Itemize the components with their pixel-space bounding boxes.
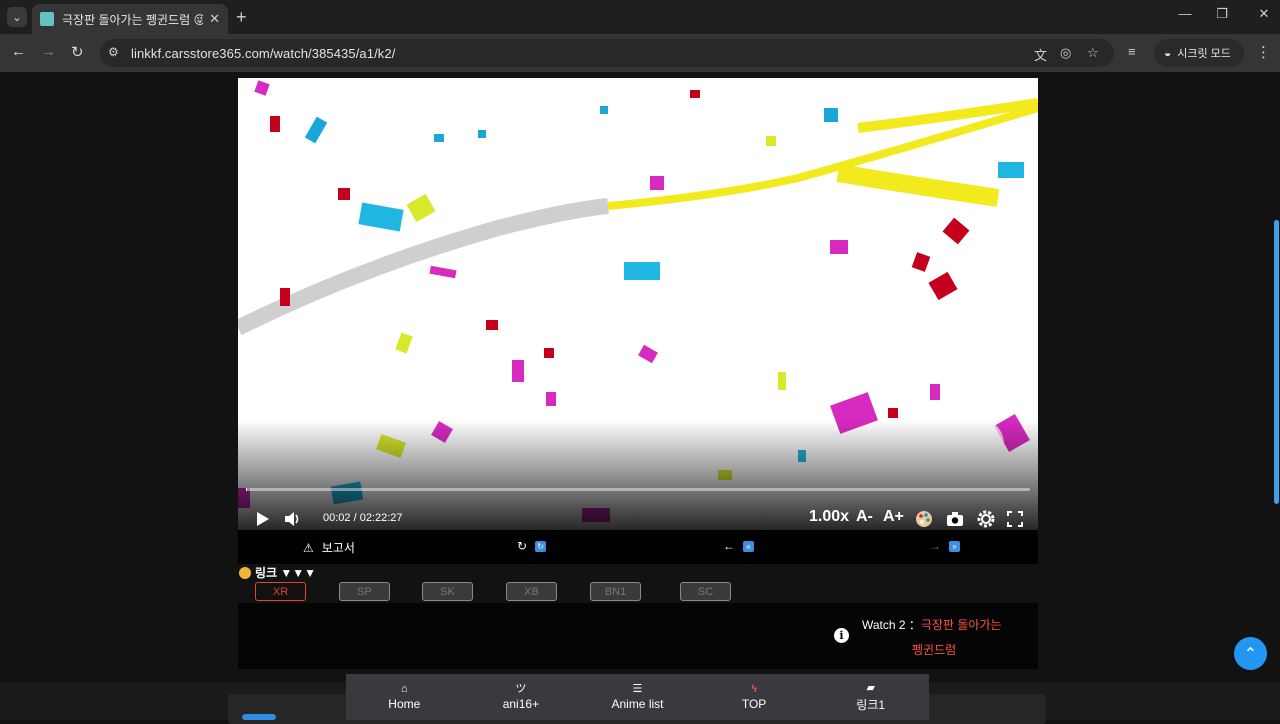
time-display: 00:02 / 02:22:27 [323,512,403,524]
fullscreen-icon[interactable] [1007,511,1023,527]
palette-icon[interactable] [915,510,933,528]
watch-title-line2[interactable]: 펭귄드럼 [912,641,956,658]
list-icon: ☰ [632,683,643,695]
server-button-sk[interactable]: SK [422,582,473,601]
scroll-to-top-button[interactable]: ⌃ [1234,637,1267,670]
nav-anime-list-label: Anime list [611,697,664,711]
server-button-xr[interactable]: XR [255,582,306,601]
server-button-xb[interactable]: XB [506,582,557,601]
rewind-square-icon: « [743,540,754,552]
episode-info-box: i Watch 2 ：극장판 돌아가는 펭귄드럼 [238,603,1038,669]
active-tab[interactable]: 극장판 돌아가는 펭귄드럼 😜 ✕ [32,4,228,34]
translate-icon[interactable]: 文 [1034,45,1047,64]
screenshot-camera-icon[interactable] [946,511,964,527]
home-icon: ⌂ [400,683,408,695]
play-icon[interactable] [256,511,270,527]
link-icon: ▰ [866,681,875,694]
address-bar[interactable]: ⚙ linkkf.carsstore365.com/watch/385435/a… [100,39,1114,67]
tsu-icon: ツ [515,683,527,695]
nav-item-ani16[interactable]: ツ ani16+ [463,674,580,720]
watch-title-line1[interactable]: 극장판 돌아가는 [921,618,1002,632]
restore-button[interactable]: ❐ [1199,6,1245,22]
refresh-button[interactable]: ↻ ↻ [517,539,547,553]
browser-menu-icon[interactable]: ⋮ [1256,43,1271,61]
server-button-sp[interactable]: SP [339,582,390,601]
smiley-icon [239,566,251,579]
close-window-button[interactable]: ✕ [1241,6,1280,22]
nav-top-label: TOP [741,697,767,711]
nav-link1-label: 링크1 [856,697,886,712]
previous-episode-button[interactable]: ← « [723,539,754,553]
arrow-left-icon: ← [723,539,735,553]
player-action-bar: ⚠ 보고서 ↻ ↻ ← « → » [238,530,1038,564]
tab-search-button[interactable]: ⌄ [7,7,27,27]
info-icon: i [834,628,849,643]
watch-prefix: Watch 2 ： [862,618,921,632]
nav-item-anime-list[interactable]: ☰ Anime list [579,674,696,720]
links-heading-text: 링크 ▼▼▼ [255,566,317,580]
bottom-navigation: ⌂ Home ツ ani16+ ☰ Anime list ϟ TOP ▰ 링크1 [346,674,929,720]
chevron-up-icon: ⌃ [1243,645,1258,663]
warning-icon: ⚠ [303,540,314,555]
media-control-icon[interactable]: ≡ [1128,44,1136,59]
server-button-bn1[interactable]: BN1 [590,582,641,601]
report-button[interactable]: ⚠ 보고서 [303,539,355,556]
incognito-icon: ◒ [1164,46,1172,60]
nav-item-home[interactable]: ⌂ Home [346,674,463,720]
next-episode-button[interactable]: → » [929,539,960,553]
bookmark-star-icon[interactable]: ☆ [1087,45,1099,61]
tab-bar: ⌄ 극장판 돌아가는 펭귄드럼 😜 ✕ + — ❐ ✕ [0,0,1280,34]
forward-square-icon: » [949,540,960,552]
seek-bar-fill [246,488,247,491]
seek-bar[interactable] [246,488,1030,491]
arrow-right-icon: → [929,539,941,553]
nav-item-top[interactable]: ϟ TOP [696,674,813,720]
video-player[interactable]: 00:02 / 02:22:27 1.00x A- A+ [238,78,1038,530]
footer-blue-chip [242,714,276,720]
eye-off-icon[interactable]: ◎ [1060,45,1071,61]
site-favicon-icon [40,12,54,26]
server-button-sc[interactable]: SC [680,582,731,601]
links-heading: 링크 ▼▼▼ [239,564,316,581]
font-decrease-button[interactable]: A- [856,508,873,526]
volume-icon[interactable] [284,511,302,527]
nav-ani16-label: ani16+ [502,697,540,711]
tab-close-icon[interactable]: ✕ [209,11,220,27]
watch-label: Watch 2 ：극장판 돌아가는 [862,616,1002,633]
refresh-icon: ↻ [517,539,528,553]
page-scrollbar[interactable] [1274,220,1279,504]
report-label: 보고서 [321,541,355,555]
new-tab-button[interactable]: + [236,7,247,27]
incognito-label: 시크릿 모드 [1177,48,1231,60]
font-increase-button[interactable]: A+ [883,508,904,526]
page-content: 00:02 / 02:22:27 1.00x A- A+ ⚠ 보고서 ↻ ↻ ←… [0,72,1280,724]
back-button[interactable]: ← [11,43,26,60]
url-text[interactable]: linkkf.carsstore365.com/watch/385435/a1/… [131,46,395,61]
settings-gear-icon[interactable] [977,510,995,528]
tab-title: 극장판 돌아가는 펭귄드럼 😜 [62,12,204,27]
browser-toolbar: ← → ↻ ⚙ linkkf.carsstore365.com/watch/38… [0,34,1280,72]
nav-home-label: Home [388,697,421,711]
playback-speed-button[interactable]: 1.00x [809,508,849,526]
site-info-icon[interactable]: ⚙ [108,45,119,59]
refresh-square-icon: ↻ [535,540,547,552]
reload-button[interactable]: ↻ [71,43,84,61]
bolt-icon: ϟ [751,683,757,695]
nav-item-link1[interactable]: ▰ 링크1 [812,674,929,720]
forward-button[interactable]: → [41,43,56,60]
incognito-badge[interactable]: ◒ 시크릿 모드 [1154,39,1244,67]
